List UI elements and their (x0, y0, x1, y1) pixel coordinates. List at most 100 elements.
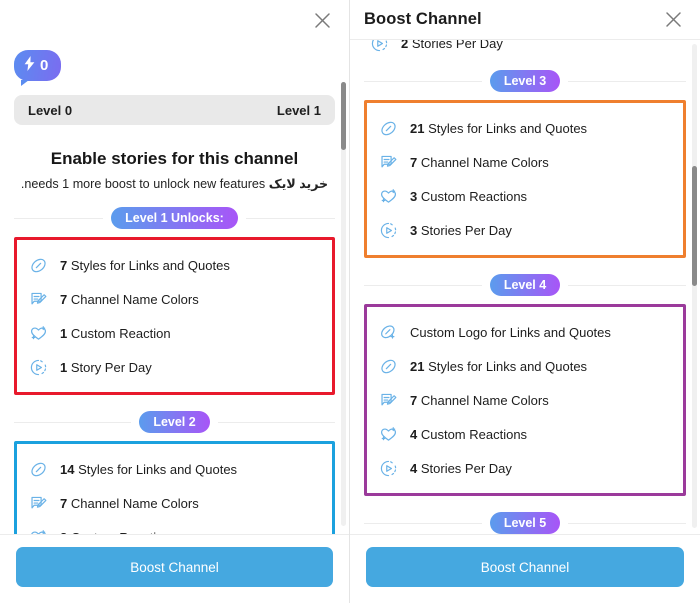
custom-reaction-icon (377, 423, 399, 445)
list-item-label: 1 Story Per Day (60, 359, 152, 375)
list-item: 7 Channel Name Colors (23, 282, 326, 316)
name-color-icon (27, 492, 49, 514)
level2-pill: Level 2 (139, 411, 210, 433)
left-boost-panel: 0 Level 0 Level 1 Enable stories for thi… (0, 0, 350, 603)
level1-feature-list: 7 Styles for Links and Quotes 7 Channel … (14, 237, 335, 395)
story-play-icon (368, 40, 390, 54)
right-panel-header: Boost Channel (350, 0, 700, 40)
list-item: 2 Custom Reactions (23, 520, 326, 534)
list-item-label: Custom Logo for Links and Quotes (410, 324, 611, 340)
level1-unlocks-pill: Level 1 Unlocks: (111, 207, 238, 229)
name-color-icon (377, 151, 399, 173)
level2-feature-list: 14 Styles for Links and Quotes 7 Channel… (14, 441, 335, 534)
list-item-label: 7 Channel Name Colors (410, 154, 549, 170)
list-item-label: 21 Styles for Links and Quotes (410, 120, 588, 136)
custom-reaction-icon (27, 322, 49, 344)
list-item-label: 2 Stories Per Day (401, 40, 503, 51)
list-item: 4 Stories Per Day (373, 451, 677, 485)
list-item-label: 21 Styles for Links and Quotes (410, 358, 588, 374)
list-item-label: 7 Styles for Links and Quotes (60, 257, 230, 273)
right-boost-panel: Boost Channel 2 Stories Per Day Level 3 … (350, 0, 700, 603)
list-item-label: 7 Channel Name Colors (60, 495, 199, 511)
list-item: 7 Channel Name Colors (373, 383, 677, 417)
left-panel-footer: Boost Channel (0, 534, 349, 603)
divider-line-left (364, 284, 482, 286)
link-style-icon (27, 254, 49, 276)
divider-line-right (568, 284, 687, 286)
divider-line-right (217, 421, 336, 423)
left-scrollbar-thumb[interactable] (341, 82, 346, 150)
clipped-top-feature: 2 Stories Per Day (364, 40, 686, 58)
list-item: 2 Stories Per Day (368, 40, 503, 54)
page-title: Boost Channel (364, 10, 482, 28)
name-color-icon (377, 389, 399, 411)
divider-line-left (14, 421, 132, 423)
level5-divider: Level 5 (364, 512, 687, 534)
boost-channel-button[interactable]: Boost Channel (366, 547, 684, 587)
divider-line-right (568, 522, 687, 524)
right-panel-footer: Boost Channel (350, 534, 700, 603)
list-item: 7 Channel Name Colors (23, 486, 326, 520)
lightning-bolt-icon (24, 56, 35, 75)
subline-text: خرید لایک needs 1 more boost to unlock n… (14, 176, 335, 191)
list-item: Custom Logo for Links and Quotes (373, 315, 677, 349)
boost-channel-button[interactable]: Boost Channel (16, 547, 333, 587)
right-panel-scroll-area[interactable]: 2 Stories Per Day Level 3 21 Styles for … (350, 40, 700, 534)
right-scrollbar-thumb[interactable] (692, 166, 697, 286)
level-progress-bar: Level 0 Level 1 (14, 95, 335, 125)
headline-text: Enable stories for this channel (50, 149, 299, 168)
divider-line-left (14, 217, 104, 219)
level5-pill: Level 5 (489, 512, 561, 534)
boost-channel-screen: 0 Level 0 Level 1 Enable stories for thi… (0, 0, 700, 603)
subline-channel-name: خرید لایک (268, 177, 329, 191)
link-style-icon (27, 458, 49, 480)
boost-count-badge: 0 (14, 50, 62, 86)
level4-feature-list: Custom Logo for Links and Quotes 21 Styl… (364, 304, 686, 496)
custom-reaction-icon (27, 526, 49, 534)
divider-line-right (245, 217, 335, 219)
level-progress-next: Level 1 (276, 102, 321, 118)
list-item-label: 4 Custom Reactions (410, 426, 528, 442)
level4-divider: Level 4 (364, 274, 687, 296)
list-item-label: 3 Stories Per Day (410, 222, 512, 238)
list-item: 1 Custom Reaction (23, 316, 326, 350)
right-scrollbar[interactable] (692, 44, 697, 528)
level3-pill: Level 3 (489, 70, 561, 92)
list-item: 3 Custom Reactions (373, 179, 677, 213)
level3-divider: Level 3 (364, 70, 687, 92)
story-play-icon (377, 219, 399, 241)
list-item-label: 7 Channel Name Colors (60, 291, 199, 307)
list-item-label: 14 Styles for Links and Quotes (60, 461, 238, 477)
close-icon[interactable] (309, 7, 335, 33)
link-style-icon (377, 117, 399, 139)
list-item-label: 7 Channel Name Colors (410, 392, 549, 408)
boost-badge-row: 0 (14, 40, 335, 86)
level-progress-current: Level 0 (28, 102, 73, 118)
story-play-icon (377, 457, 399, 479)
boost-count-value: 0 (40, 57, 49, 74)
name-color-icon (27, 288, 49, 310)
list-item: 21 Styles for Links and Quotes (373, 111, 677, 145)
level1-unlocks-divider: Level 1 Unlocks: (14, 207, 335, 229)
subline-message: needs 1 more boost to unlock new feature… (20, 177, 269, 191)
left-panel-header (0, 0, 349, 40)
level3-feature-list: 21 Styles for Links and Quotes 7 Channel… (364, 100, 686, 258)
left-panel-scroll-area[interactable]: 0 Level 0 Level 1 Enable stories for thi… (0, 40, 349, 534)
list-item: 14 Styles for Links and Quotes (23, 452, 326, 486)
left-scrollbar[interactable] (341, 82, 346, 526)
custom-logo-icon (377, 321, 399, 343)
list-item-label: 3 Custom Reactions (410, 188, 528, 204)
list-item: 7 Styles for Links and Quotes (23, 248, 326, 282)
close-icon[interactable] (660, 7, 686, 33)
divider-line-right (568, 80, 687, 82)
list-item: 3 Stories Per Day (373, 213, 677, 247)
level2-divider: Level 2 (14, 411, 336, 433)
link-style-icon (377, 355, 399, 377)
custom-reaction-icon (377, 185, 399, 207)
list-item-label: 1 Custom Reaction (60, 325, 171, 341)
story-play-icon (27, 356, 49, 378)
list-item: 7 Channel Name Colors (373, 145, 677, 179)
divider-line-left (364, 522, 482, 524)
list-item: 1 Story Per Day (23, 350, 326, 384)
list-item: 4 Custom Reactions (373, 417, 677, 451)
